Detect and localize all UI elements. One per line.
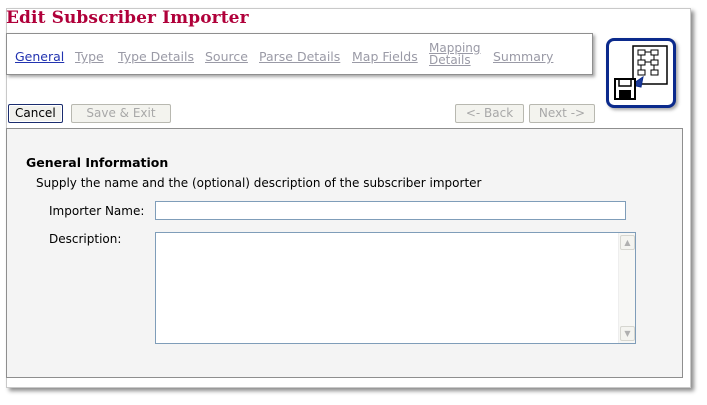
scroll-down-arrow-icon[interactable]: ▼ (620, 326, 635, 341)
back-button[interactable]: <- Back (455, 104, 524, 123)
description-textarea[interactable] (156, 233, 619, 343)
description-label: Description: (49, 232, 122, 246)
page-title: Edit Subscriber Importer (6, 8, 249, 28)
save-wizard-graphic (614, 45, 668, 100)
cancel-button[interactable]: Cancel (8, 104, 63, 123)
tab-mapping-details[interactable]: Mapping Details (429, 42, 481, 66)
wizard-tab-bar: General Type Type Details Source Parse D… (6, 33, 593, 75)
section-description: Supply the name and the (optional) descr… (36, 176, 482, 190)
scroll-up-arrow-icon[interactable]: ▲ (620, 235, 635, 250)
tab-type[interactable]: Type (75, 49, 104, 64)
tab-type-details[interactable]: Type Details (118, 49, 194, 64)
section-title: General Information (26, 155, 169, 170)
tab-mapping-details-line2: Details (429, 53, 471, 67)
save-exit-button[interactable]: Save & Exit (71, 104, 171, 123)
tab-source[interactable]: Source (205, 49, 248, 64)
importer-name-label: Importer Name: (49, 204, 145, 218)
tab-map-fields[interactable]: Map Fields (352, 49, 418, 64)
description-scrollbar[interactable]: ▲ ▼ (618, 233, 635, 343)
tab-parse-details[interactable]: Parse Details (259, 49, 340, 64)
tab-summary[interactable]: Summary (493, 49, 553, 64)
description-field: ▲ ▼ (155, 232, 636, 344)
save-wizard-icon (606, 38, 676, 108)
importer-name-input[interactable] (155, 201, 626, 220)
tab-general[interactable]: General (15, 49, 64, 64)
next-button[interactable]: Next -> (529, 104, 595, 123)
